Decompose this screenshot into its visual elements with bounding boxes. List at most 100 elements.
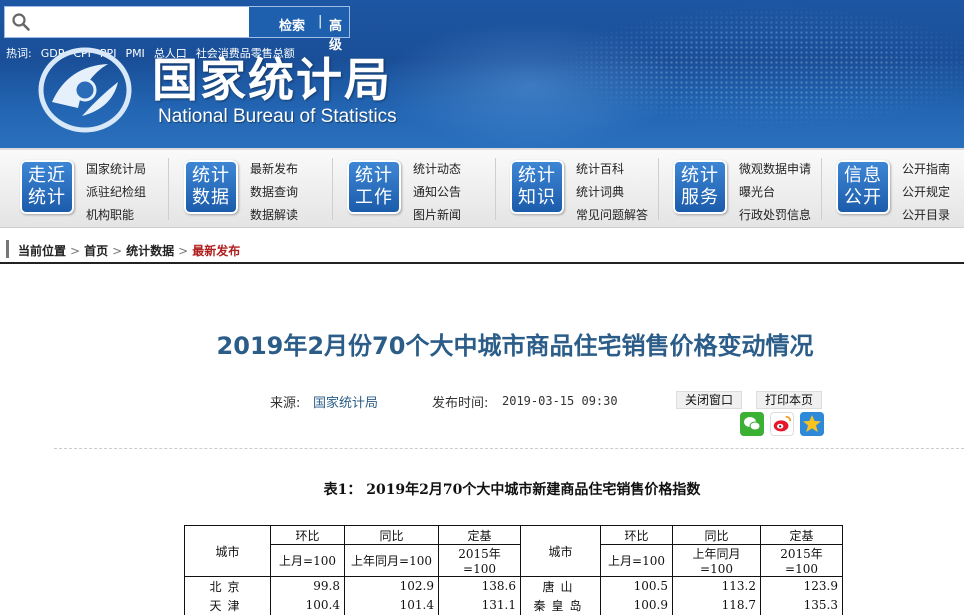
- content-divider: [54, 448, 964, 449]
- weibo-icon[interactable]: [770, 412, 794, 436]
- col-subheader-mom: 上月=100: [600, 544, 673, 577]
- nav-link[interactable]: 最新发布: [250, 158, 298, 181]
- nav-badge[interactable]: 信息 公开: [836, 160, 890, 214]
- nav-badge-line: 走近: [28, 165, 66, 186]
- fixed-cell: 123.9: [760, 576, 843, 596]
- breadcrumb-items: 当前位置 > 首页 > 统计数据 > 最新发布: [18, 242, 240, 259]
- nav-link[interactable]: 通知公告: [413, 181, 461, 204]
- search-button[interactable]: 检索: [279, 15, 305, 34]
- table-row: 北京 99.8 102.9 138.6 唐山 100.5 113.2 123.9: [184, 576, 843, 596]
- search-separator: |: [318, 14, 323, 29]
- col-header-yoy: 同比: [344, 525, 439, 545]
- mom-cell: 100.5: [600, 576, 673, 596]
- nav-badge[interactable]: 走近 统计: [20, 160, 74, 214]
- nav-badge-line: 统计: [28, 187, 66, 208]
- page-title: 2019年2月份70个大中城市商品住宅销售价格变动情况: [216, 332, 814, 360]
- breadcrumb-marker: [6, 240, 9, 258]
- breadcrumb: 当前位置 > 首页 > 统计数据 > 最新发布: [0, 236, 964, 264]
- price-index-table: 城市 环比 同比 定基 城市 环比 同比 定基 上月=100 上年同月=100 …: [184, 525, 843, 615]
- nav-divider: [332, 158, 333, 220]
- nav-link[interactable]: 统计动态: [413, 158, 461, 181]
- wechat-icon[interactable]: [740, 412, 764, 436]
- chevron-right-icon: >: [112, 244, 123, 258]
- col-header-mom: 环比: [600, 525, 673, 545]
- col-subheader-mom: 上月=100: [270, 544, 345, 577]
- world-map-background: [484, 0, 964, 148]
- nav-link[interactable]: 常见问题解答: [576, 204, 648, 227]
- table-row: 天津 100.4 101.4 131.1 秦皇岛 100.9 118.7 135…: [184, 595, 843, 615]
- chevron-right-icon: >: [178, 244, 189, 258]
- nav-link[interactable]: 机构职能: [86, 204, 146, 227]
- hot-words-label: 热词:: [6, 47, 32, 60]
- nav-link[interactable]: 公开目录: [902, 204, 950, 227]
- search-box: 检索 | 高级: [4, 6, 350, 53]
- header-banner: 检索 | 高级 热词: GDP CPI PPI PMI 总人口 社会消费品零售总额 国家统计…: [0, 0, 964, 148]
- nav-badge-line: 统计: [355, 165, 393, 186]
- mom-cell: 99.8: [270, 576, 345, 596]
- col-subheader-fixed: 2015年=100: [438, 544, 521, 577]
- source-value: 国家统计局: [313, 396, 379, 411]
- nav-links: 统计动态 通知公告 图片新闻: [413, 158, 461, 227]
- city-cell: 秦皇岛: [520, 595, 601, 615]
- nav-link[interactable]: 数据解读: [250, 204, 298, 227]
- nav-divider: [168, 158, 169, 220]
- nav-link[interactable]: 曝光台: [739, 181, 811, 204]
- fixed-cell: 138.6: [438, 576, 521, 596]
- col-header-mom: 环比: [270, 525, 345, 545]
- breadcrumb-statistics[interactable]: 统计数据: [126, 244, 174, 258]
- nav-badge-line: 服务: [681, 187, 719, 208]
- nav-badge-line: 统计: [192, 165, 230, 186]
- nav-divider: [821, 158, 822, 220]
- nbs-logo-icon[interactable]: [38, 46, 132, 134]
- yoy-cell: 113.2: [672, 576, 761, 596]
- nav-links: 公开指南 公开规定 公开目录: [902, 158, 950, 227]
- nav-badge[interactable]: 统计 数据: [184, 160, 238, 214]
- search-field-wrap: [5, 7, 249, 37]
- nav-link[interactable]: 行政处罚信息: [739, 204, 811, 227]
- nav-badge-line: 统计: [681, 165, 719, 186]
- nav-link[interactable]: 公开规定: [902, 181, 950, 204]
- col-header-city: 城市: [184, 525, 271, 577]
- print-page-button[interactable]: 打印本页: [756, 391, 823, 409]
- breadcrumb-current[interactable]: 最新发布: [192, 244, 240, 258]
- publish-time-label: 发布时间:: [432, 396, 489, 411]
- breadcrumb-label: 当前位置: [18, 244, 67, 258]
- col-header-fixed: 定基: [760, 525, 843, 545]
- source-label: 来源:: [270, 396, 301, 411]
- nav-link[interactable]: 微观数据申请: [739, 158, 811, 181]
- mom-cell: 100.9: [600, 595, 673, 615]
- site-title: 国家统计局: [152, 53, 392, 107]
- nav-link[interactable]: 派驻纪检组: [86, 181, 146, 204]
- nav-link[interactable]: 图片新闻: [413, 204, 461, 227]
- search-input[interactable]: [35, 11, 243, 33]
- nav-link[interactable]: 数据查询: [250, 181, 298, 204]
- nav-badge[interactable]: 统计 服务: [673, 160, 727, 214]
- col-subheader-fixed: 2015年=100: [760, 544, 843, 577]
- yoy-cell: 118.7: [672, 595, 761, 615]
- col-header-city: 城市: [520, 525, 601, 577]
- main-nav: 走近 统计 国家统计局 派驻纪检组 机构职能 统计 数据 最新发布 数据查询 数据解…: [0, 148, 964, 228]
- nav-link[interactable]: 统计词典: [576, 181, 648, 204]
- close-window-button[interactable]: 关闭窗口: [676, 391, 743, 409]
- nav-links: 最新发布 数据查询 数据解读: [250, 158, 298, 227]
- nav-link[interactable]: 国家统计局: [86, 158, 146, 181]
- publish-time-value: 2019-03-15 09:30: [502, 394, 618, 408]
- col-subheader-yoy: 上年同月=100: [344, 544, 439, 577]
- search-icon[interactable]: [11, 12, 31, 32]
- qzone-icon[interactable]: [800, 412, 824, 436]
- nav-link[interactable]: 统计百科: [576, 158, 648, 181]
- nav-badge[interactable]: 统计 工作: [347, 160, 401, 214]
- nav-links: 微观数据申请 曝光台 行政处罚信息: [739, 158, 811, 227]
- nav-badge[interactable]: 统计 知识: [510, 160, 564, 214]
- nav-divider: [658, 158, 659, 220]
- nav-badge-line: 知识: [518, 187, 556, 208]
- breadcrumb-home[interactable]: 首页: [84, 244, 108, 258]
- city-cell: 北京: [184, 576, 271, 596]
- site-subtitle: National Bureau of Statistics: [158, 106, 397, 127]
- fixed-cell: 135.3: [760, 595, 843, 615]
- col-header-fixed: 定基: [438, 525, 521, 545]
- yoy-cell: 101.4: [344, 595, 439, 615]
- nav-badge-line: 公开: [844, 187, 882, 208]
- nav-link[interactable]: 公开指南: [902, 158, 950, 181]
- nav-links: 统计百科 统计词典 常见问题解答: [576, 158, 648, 227]
